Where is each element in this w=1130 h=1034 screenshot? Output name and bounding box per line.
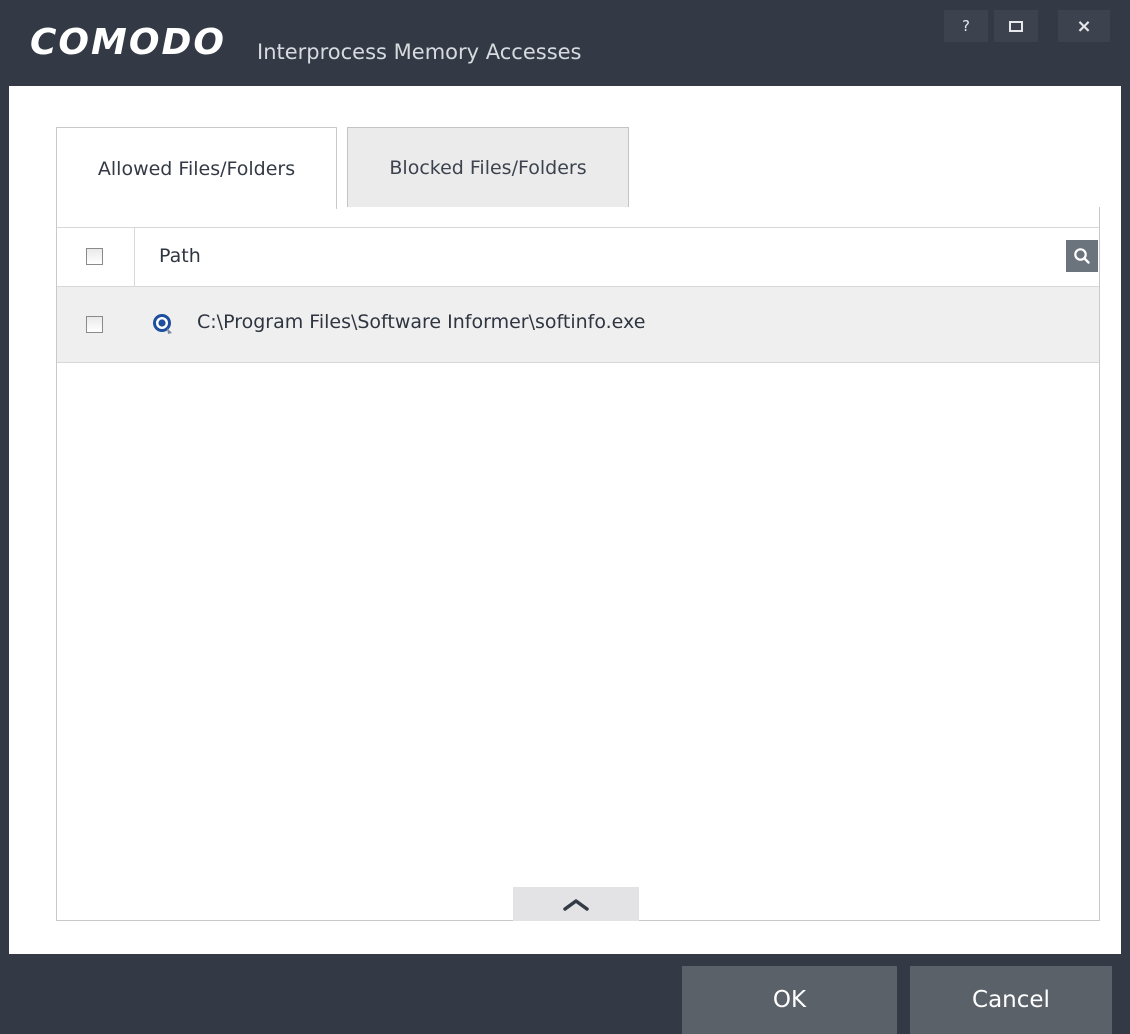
interprocess-memory-dialog: COMODO Interprocess Memory Accesses ? × … xyxy=(0,0,1130,1034)
comodo-logo: COMODO xyxy=(30,22,226,63)
collapse-button[interactable] xyxy=(513,887,639,921)
file-path: C:\Program Files\Software Informer\softi… xyxy=(197,311,646,333)
path-column-header: Path xyxy=(159,245,201,267)
chevron-up-icon xyxy=(563,899,589,911)
files-panel: Path C:\Program Files\Software Informer\ xyxy=(56,207,1100,921)
table-header: Path xyxy=(57,227,1099,287)
row-checkbox[interactable] xyxy=(86,316,103,333)
search-icon xyxy=(1074,248,1090,264)
table-row[interactable]: C:\Program Files\Software Informer\softi… xyxy=(57,287,1099,363)
close-button[interactable]: × xyxy=(1058,10,1110,42)
select-all-checkbox[interactable] xyxy=(86,248,103,265)
title-bar: COMODO Interprocess Memory Accesses ? × xyxy=(0,0,1130,86)
cancel-button[interactable]: Cancel xyxy=(910,966,1112,1034)
help-button[interactable]: ? xyxy=(944,10,988,42)
help-icon: ? xyxy=(962,17,970,35)
tab-label: Allowed Files/Folders xyxy=(97,157,296,180)
close-icon: × xyxy=(1076,15,1092,37)
tab-blocked-files-folders[interactable]: Blocked Files/Folders xyxy=(347,127,629,207)
maximize-button[interactable] xyxy=(994,10,1038,42)
content-area: Allowed Files/Folders Blocked Files/Fold… xyxy=(9,86,1121,954)
tab-label: Blocked Files/Folders xyxy=(389,156,587,179)
ok-button[interactable]: OK xyxy=(682,966,897,1034)
maximize-icon xyxy=(1009,20,1023,32)
tab-allowed-files-folders[interactable]: Allowed Files/Folders xyxy=(56,127,337,209)
column-divider xyxy=(134,228,135,286)
button-bar: OK Cancel xyxy=(0,954,1130,1034)
window-title: Interprocess Memory Accesses xyxy=(257,40,582,64)
search-button[interactable] xyxy=(1066,240,1098,272)
app-icon xyxy=(153,314,172,334)
